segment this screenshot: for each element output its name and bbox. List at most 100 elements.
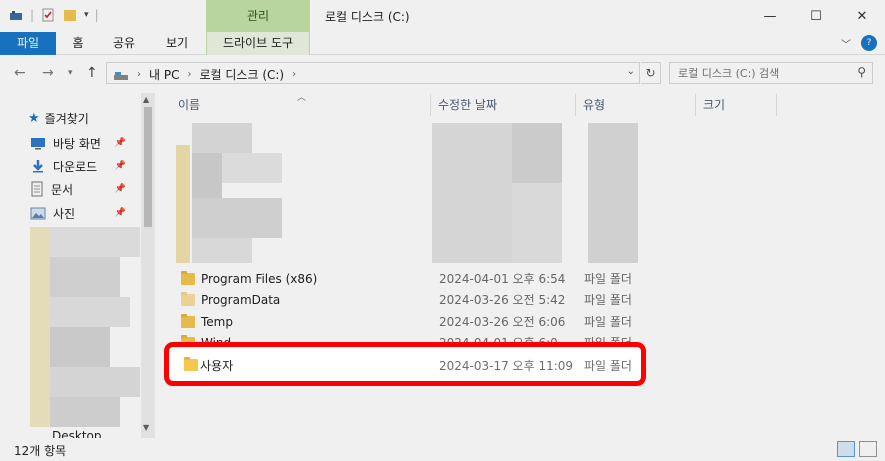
folder-icon [184, 357, 198, 371]
recent-locations-icon[interactable]: ▾ [68, 68, 73, 78]
close-icon[interactable]: ✕ [839, 0, 885, 32]
star-icon: ★ [28, 111, 40, 126]
desktop-icon [31, 137, 45, 149]
file-name: Temp [201, 314, 233, 329]
file-list: ︿ 이름 수정한 날짜 유형 크기 Program Files (x86) 20… [162, 93, 885, 438]
checklist-icon[interactable] [40, 7, 56, 23]
tab-file[interactable]: 파일 [0, 32, 56, 55]
navigation-pane: ★ 즐겨찾기 바탕 화면 📌 다운로드 📌 문서 📌 사진 📌 Desktop [0, 93, 157, 438]
sidebar-item-documents[interactable]: 문서 📌 [30, 179, 140, 199]
column-header-size[interactable]: 크기 [703, 94, 725, 116]
sidebar-item-label: 사진 [53, 206, 76, 221]
sidebar-item-pictures[interactable]: 사진 📌 [30, 203, 140, 223]
file-type: 파일 폴더 [584, 272, 632, 286]
minimize-icon[interactable]: — [747, 0, 793, 32]
sort-ascending-icon: ︿ [297, 93, 307, 103]
view-toggle [837, 441, 877, 457]
file-type: 파일 폴더 [584, 359, 632, 373]
tab-drive-tools[interactable]: 드라이브 도구 [206, 32, 310, 55]
column-header-type[interactable]: 유형 [583, 94, 605, 116]
file-date: 2024-04-01 오후 6:54 [439, 272, 566, 286]
file-type: 파일 폴더 [584, 293, 632, 307]
forward-arrow-icon[interactable]: → [42, 65, 54, 81]
divider: | [94, 8, 99, 22]
details-view-icon[interactable] [837, 441, 855, 457]
tab-share[interactable]: 공유 [100, 32, 148, 55]
file-name: Program Files (x86) [201, 271, 318, 286]
column-divider[interactable] [430, 94, 431, 116]
pin-icon[interactable]: 📌 [115, 208, 126, 218]
file-date: 2024-03-26 오전 5:42 [439, 293, 566, 307]
new-folder-icon[interactable] [62, 7, 78, 23]
blurred-file-rows [176, 123, 646, 263]
breadcrumb-separator-icon: › [137, 69, 141, 80]
quick-access-toolbar: | ▾ | [8, 7, 99, 23]
sidebar-item-label: 문서 [51, 182, 74, 197]
folder-icon [181, 291, 195, 306]
pictures-icon [30, 207, 46, 219]
tab-home[interactable]: 홈 [56, 32, 100, 55]
window-title: 로컬 디스크 (C:) [325, 10, 410, 24]
search-box[interactable]: ⚲ [669, 62, 873, 84]
window-controls: — ☐ ✕ [747, 0, 885, 32]
sidebar-quick-access[interactable]: ★ 즐겨찾기 [28, 110, 89, 127]
item-count: 12개 항목 [14, 444, 67, 458]
customize-toolbar-icon[interactable]: ▾ [84, 10, 89, 20]
sidebar-item-desktop[interactable]: 바탕 화면 📌 [30, 133, 140, 153]
scroll-up-icon[interactable]: ▲ [143, 95, 149, 104]
pin-icon[interactable]: 📌 [115, 161, 126, 171]
blurred-region [30, 227, 140, 427]
breadcrumb-local-disk[interactable]: 로컬 디스크 (C:) [199, 66, 284, 83]
tab-manage[interactable]: 관리 [206, 0, 310, 32]
search-input[interactable] [678, 63, 848, 83]
ribbon-tabs: 파일 홈 공유 보기 드라이브 도구 ﹀ ? [0, 32, 885, 55]
pin-icon[interactable]: 📌 [115, 184, 126, 194]
sidebar-item-label: 바탕 화면 [53, 136, 101, 151]
sidebar-item-label: 다운로드 [53, 159, 98, 174]
title-bar: | ▾ | 관리 로컬 디스크 (C:) — ☐ ✕ [0, 0, 885, 32]
breadcrumb-separator-icon: › [292, 69, 297, 80]
drive-icon [114, 71, 128, 80]
tab-view[interactable]: 보기 [148, 32, 206, 55]
up-arrow-icon[interactable]: ↑ [86, 65, 98, 81]
pin-icon[interactable]: 📌 [115, 138, 126, 148]
file-name: 사용자 [200, 359, 234, 373]
refresh-icon[interactable]: ↻ [641, 62, 661, 84]
highlighted-row-callout[interactable]: 사용자 2024-03-17 오후 11:09 파일 폴더 [164, 342, 646, 386]
navigation-pane-scrollbar[interactable]: ▲ ▼ [141, 93, 155, 438]
search-icon[interactable]: ⚲ [857, 65, 866, 79]
table-row[interactable]: Program Files (x86) 2024-04-01 오후 6:54 파… [176, 268, 646, 289]
sidebar-quick-access-label: 즐겨찾기 [44, 112, 89, 126]
document-icon [31, 181, 43, 197]
large-icons-view-icon[interactable] [859, 441, 877, 457]
scrollbar-thumb[interactable] [144, 107, 152, 227]
breadcrumb-separator-icon: › [187, 69, 192, 80]
table-row[interactable]: Temp 2024-03-26 오전 6:06 파일 폴더 [176, 311, 646, 332]
folder-icon [181, 270, 195, 285]
expand-ribbon-icon[interactable]: ﹀ [841, 36, 851, 51]
column-divider[interactable] [695, 94, 696, 116]
address-bar[interactable]: › 내 PC › 로컬 디스크 (C:) › ⌄ [106, 62, 640, 84]
scroll-down-icon[interactable]: ▼ [143, 423, 149, 432]
table-row[interactable]: ProgramData 2024-03-26 오전 5:42 파일 폴더 [176, 289, 646, 310]
sidebar-item-downloads[interactable]: 다운로드 📌 [30, 156, 140, 176]
download-icon [33, 160, 43, 173]
file-date: 2024-03-26 오전 6:06 [439, 315, 566, 329]
column-divider[interactable] [776, 94, 777, 116]
file-date: 2024-03-17 오후 11:09 [439, 359, 574, 373]
help-icon[interactable]: ? [861, 35, 877, 51]
address-dropdown-icon[interactable]: ⌄ [627, 66, 635, 77]
breadcrumb-this-pc[interactable]: 내 PC [149, 66, 179, 83]
maximize-icon[interactable]: ☐ [793, 0, 839, 32]
ribbon-right-controls: ﹀ ? [841, 35, 877, 51]
file-name: ProgramData [201, 292, 281, 307]
column-divider[interactable] [575, 94, 576, 116]
properties-icon[interactable] [8, 7, 24, 23]
folder-icon [181, 313, 195, 328]
column-header-name[interactable]: 이름 [178, 94, 200, 116]
file-type: 파일 폴더 [584, 315, 632, 329]
column-header-modified[interactable]: 수정한 날짜 [438, 94, 497, 116]
back-arrow-icon[interactable]: ← [14, 65, 26, 81]
divider: | [30, 8, 35, 22]
sidebar-item-desktop-partial[interactable]: Desktop [52, 429, 102, 438]
